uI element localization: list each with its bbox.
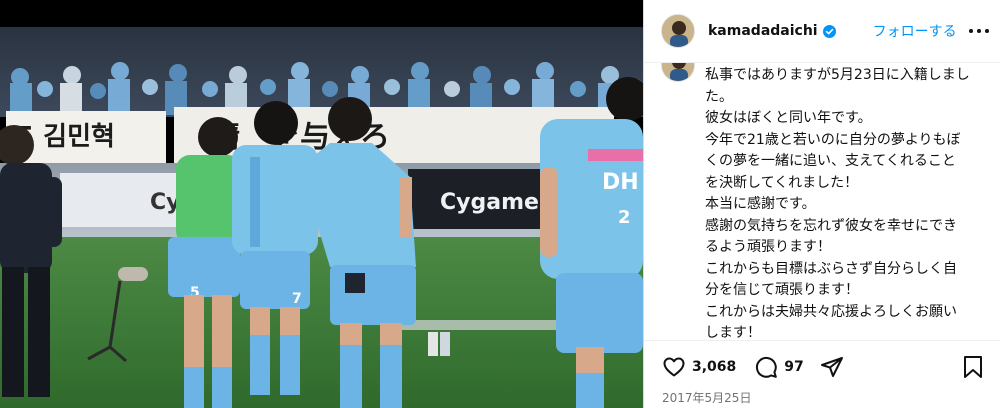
share-icon[interactable]: [820, 355, 844, 379]
ad-left-text: Cy: [150, 190, 181, 215]
caption-line: これからも目標はぶらさず自分らしく自: [705, 260, 957, 277]
post-header: kamadadaichi フォローする: [644, 0, 1000, 63]
caption-line: します！: [705, 325, 761, 340]
caption-line: 私事ではありますが5月23日に入籍しまし: [705, 67, 970, 83]
comment-count: 97: [784, 359, 804, 375]
like-count: 3,068: [692, 359, 737, 375]
instagram-post-view: 5 김민혁 情 を与えろ Cy Cygames 5 7 DH 2 kamadad…: [0, 0, 1000, 408]
follow-button[interactable]: フォローする: [873, 21, 957, 41]
share-action[interactable]: [820, 355, 844, 379]
caption-line: 感謝の気持ちを忘れず彼女を幸せにでき: [705, 217, 957, 234]
comment-icon[interactable]: [754, 355, 778, 379]
caption-line: これからは夫婦共々応援よろしくお願い: [705, 303, 957, 320]
ad-right-text: Cygames: [440, 190, 552, 215]
action-bar: 3,068 97 2017年5月25日: [644, 340, 1000, 408]
caption-line: くの夢を一緒に追い、支えてくれること: [705, 153, 956, 169]
caption-line: 本当に感謝です。: [705, 196, 816, 212]
jersey-number-2: 2: [618, 207, 631, 228]
caption-area: 私事ではありますが5月23日に入籍しまし た。彼女はぼくと同い年です。今年で21歳…: [644, 63, 1000, 340]
caption-author-avatar[interactable]: [661, 63, 695, 82]
caption-line: を決断してくれました！: [705, 174, 859, 191]
caption-line: た。: [705, 88, 733, 105]
comment-action[interactable]: 97: [754, 355, 804, 379]
caption-line: 今年で21歳と若いのに自分の夢よりもぼ: [705, 131, 961, 148]
sponsor-text: DH: [602, 170, 639, 195]
more-options-icon[interactable]: [968, 28, 989, 34]
post-side-panel: kamadadaichi フォローする 私事ではありますが5月23日に入籍しまし…: [643, 0, 1000, 408]
like-action[interactable]: 3,068: [662, 355, 736, 379]
caption-line: 分を信じて頑張ります！: [705, 282, 859, 298]
post-photo[interactable]: 5 김민혁 情 を与えろ Cy Cygames 5 7 DH 2: [0, 0, 643, 408]
author-avatar[interactable]: [661, 14, 695, 48]
post-date: 2017年5月25日: [662, 391, 752, 405]
bookmark-icon[interactable]: [962, 355, 984, 379]
caption-line: 彼女はぼくと同い年です。: [705, 110, 872, 126]
author-username[interactable]: kamadadaichi: [708, 23, 818, 39]
jersey-number-7: 7: [292, 291, 302, 307]
stadium-celebration-photo: 5 김민혁 情 を与えろ Cy Cygames 5 7 DH 2: [0, 27, 643, 408]
caption-line: るよう頑張ります！: [705, 239, 831, 255]
post-caption: 私事ではありますが5月23日に入籍しまし た。彼女はぼくと同い年です。今年で21歳…: [705, 65, 991, 340]
verified-badge-icon: [822, 24, 836, 38]
photo-top-bar: [0, 0, 643, 27]
heart-icon[interactable]: [662, 355, 686, 379]
